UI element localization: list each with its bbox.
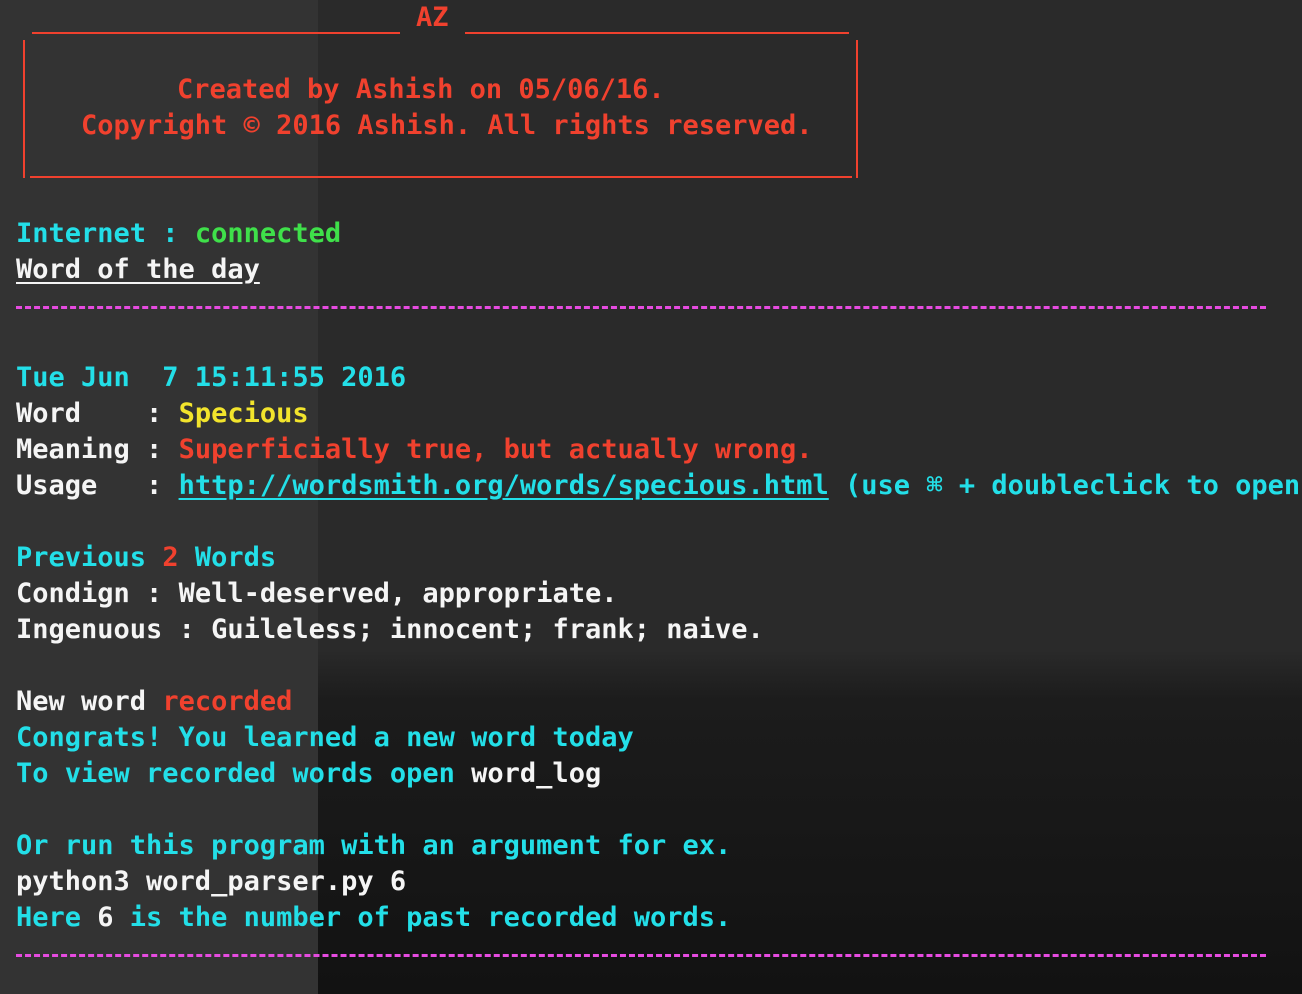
usage-hint: (use ⌘ + doubleclick to open) <box>828 470 1302 501</box>
internet-status: Internet : connected <box>16 216 341 252</box>
help-line-1: Or run this program with an argument for… <box>16 830 732 861</box>
section-divider-bottom <box>16 954 1266 957</box>
previous-words-title: Previous 2 Words <box>16 540 276 576</box>
help-line-3-post: is the number of past recorded words. <box>113 902 732 933</box>
recorded-text: recorded <box>162 686 293 717</box>
word-label: Word : <box>16 398 179 429</box>
section-title: Word of the day <box>16 254 260 285</box>
previous-title-post: Words <box>178 542 277 573</box>
copyright-line: Copyright © 2016 Ashish. All rights rese… <box>81 110 813 141</box>
meaning-label: Meaning : <box>16 434 179 465</box>
internet-status-value: connected <box>194 218 342 249</box>
terminal-output[interactable]: Created by Ashish on 05/06/16. Copyright… <box>16 0 1302 994</box>
view-words-line: To view recorded words open word_log <box>16 756 601 792</box>
previous-word: Ingenuous <box>16 614 163 645</box>
previous-word-item: Ingenuous : Guileless; innocent; frank; … <box>16 612 764 648</box>
created-line: Created by Ashish on 05/06/16. <box>177 74 665 105</box>
previous-sep: : <box>129 578 179 609</box>
usage-link[interactable]: http://wordsmith.org/words/specious.html <box>179 470 829 501</box>
congrats-line: Congrats! You learned a new word today <box>16 722 634 753</box>
usage-label: Usage : <box>16 470 179 501</box>
previous-word: Condign <box>16 578 130 609</box>
previous-sep: : <box>162 614 212 645</box>
previous-word-item: Condign : Well-deserved, appropriate. <box>16 576 617 612</box>
word-row: Word : Specious <box>16 396 309 432</box>
help-line-3: Here 6 is the number of past recorded wo… <box>16 900 731 936</box>
word-log-file: word_log <box>471 758 602 789</box>
help-line-3-pre: Here <box>16 902 98 933</box>
word-value: Specious <box>178 398 309 429</box>
help-line-3-num: 6 <box>97 902 114 933</box>
new-word-text: New word <box>16 686 163 717</box>
help-command: python3 word_parser.py 6 <box>16 866 407 897</box>
meaning-row: Meaning : Superficially true, but actual… <box>16 432 813 468</box>
usage-row: Usage : http://wordsmith.org/words/speci… <box>16 468 1302 504</box>
meaning-value: Superficially true, but actually wrong. <box>178 434 813 465</box>
new-word-recorded: New word recorded <box>16 684 292 720</box>
section-divider-top <box>16 306 1266 309</box>
previous-count: 2 <box>162 542 179 573</box>
internet-status-label: Internet : <box>16 218 195 249</box>
previous-meaning: Guileless; innocent; frank; naive. <box>211 614 764 645</box>
view-words-text: To view recorded words open <box>16 758 472 789</box>
previous-title-pre: Previous <box>16 542 163 573</box>
timestamp: Tue Jun 7 15:11:55 2016 <box>16 362 407 393</box>
previous-meaning: Well-deserved, appropriate. <box>178 578 618 609</box>
